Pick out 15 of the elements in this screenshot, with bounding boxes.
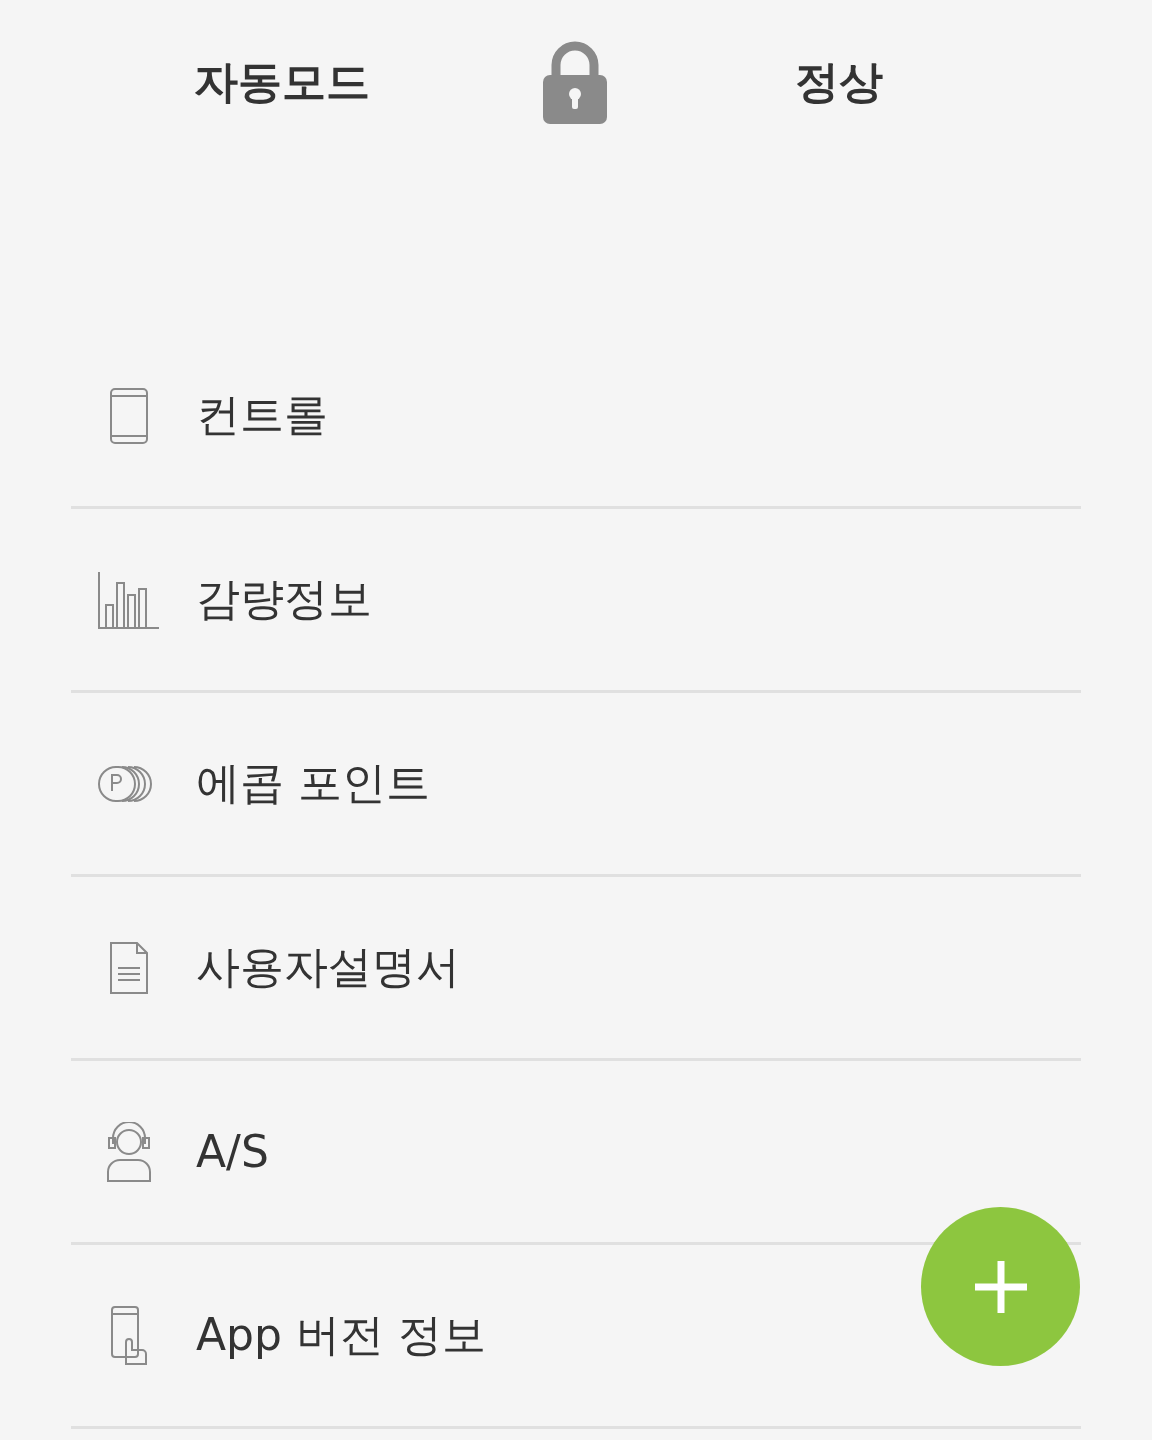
document-icon <box>108 941 149 994</box>
menu-item[interactable]: 컨트롤 <box>196 386 328 445</box>
padlock-icon[interactable] <box>542 40 608 125</box>
headset-person-icon <box>105 1121 152 1182</box>
menu-item[interactable]: A/S <box>196 1126 269 1177</box>
phone-touch-icon <box>109 1305 148 1366</box>
phone-icon <box>108 387 149 444</box>
menu-item[interactable]: 에콥 포인트 <box>196 754 430 813</box>
status-label: 정상 <box>795 55 883 109</box>
bar-chart-icon <box>97 570 160 629</box>
menu-item[interactable]: 사용자설명서 <box>196 938 460 997</box>
mode-label: 자동모드 <box>194 55 370 109</box>
menu-item[interactable]: App 버전 정보 <box>196 1306 486 1365</box>
plus-icon <box>972 1258 1029 1315</box>
menu-item[interactable]: 감량정보 <box>196 570 372 629</box>
